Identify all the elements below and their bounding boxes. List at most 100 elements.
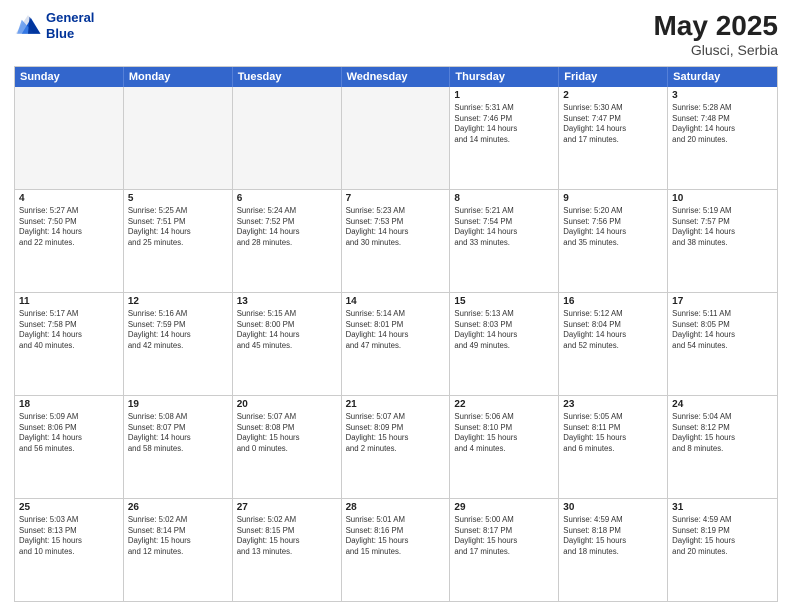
cell-detail-w4-d7: Sunrise: 5:04 AMSunset: 8:12 PMDaylight:…: [672, 412, 773, 454]
cal-cell-w4-d3: 20 Sunrise: 5:07 AMSunset: 8:08 PMDayligh…: [233, 396, 342, 498]
cal-cell-w1-d6: 2 Sunrise: 5:30 AMSunset: 7:47 PMDaylight…: [559, 87, 668, 189]
day-number-w4-d4: 21: [346, 399, 446, 410]
cell-detail-w3-d2: Sunrise: 5:16 AMSunset: 7:59 PMDaylight:…: [128, 309, 228, 351]
day-number-w2-d2: 5: [128, 193, 228, 204]
day-number-w2-d4: 7: [346, 193, 446, 204]
month-year: May 2025: [653, 10, 778, 42]
cal-cell-w2-d5: 8 Sunrise: 5:21 AMSunset: 7:54 PMDaylight…: [450, 190, 559, 292]
cell-detail-w1-d5: Sunrise: 5:31 AMSunset: 7:46 PMDaylight:…: [454, 103, 554, 145]
cal-cell-w2-d6: 9 Sunrise: 5:20 AMSunset: 7:56 PMDaylight…: [559, 190, 668, 292]
cal-cell-w2-d2: 5 Sunrise: 5:25 AMSunset: 7:51 PMDaylight…: [124, 190, 233, 292]
week-row-1: 1 Sunrise: 5:31 AMSunset: 7:46 PMDaylight…: [15, 87, 777, 189]
cal-cell-w3-d5: 15Sunrise: 5:13 AMSunset: 8:03 PMDayligh…: [450, 293, 559, 395]
day-number-w4-d1: 18: [19, 399, 119, 410]
cell-detail-w3-d1: Sunrise: 5:17 AMSunset: 7:58 PMDaylight:…: [19, 309, 119, 351]
cell-detail-w3-d4: Sunrise: 5:14 AMSunset: 8:01 PMDaylight:…: [346, 309, 446, 351]
cal-cell-w2-d1: 4Sunrise: 5:27 AMSunset: 7:50 PMDaylight…: [15, 190, 124, 292]
cell-detail-w1-d6: Sunrise: 5:30 AMSunset: 7:47 PMDaylight:…: [563, 103, 663, 145]
cal-cell-w4-d5: 22Sunrise: 5:06 AMSunset: 8:10 PMDayligh…: [450, 396, 559, 498]
day-number-w1-d7: 3: [672, 90, 773, 101]
cal-cell-w4-d1: 18 Sunrise: 5:09 AMSunset: 8:06 PMDayligh…: [15, 396, 124, 498]
cal-cell-w2-d7: 10 Sunrise: 5:19 AMSunset: 7:57 PMDayligh…: [668, 190, 777, 292]
day-number-w4-d3: 20: [237, 399, 337, 410]
day-number-w2-d6: 9: [563, 193, 663, 204]
day-number-w3-d4: 14: [346, 296, 446, 307]
day-number-w3-d7: 17: [672, 296, 773, 307]
cal-cell-w2-d4: 7 Sunrise: 5:23 AMSunset: 7:53 PMDaylight…: [342, 190, 451, 292]
cell-detail-w2-d5: Sunrise: 5:21 AMSunset: 7:54 PMDaylight:…: [454, 206, 554, 248]
week-row-3: 11Sunrise: 5:17 AMSunset: 7:58 PMDayligh…: [15, 292, 777, 395]
day-number-w4-d6: 23: [563, 399, 663, 410]
day-number-w3-d3: 13: [237, 296, 337, 307]
day-number-w5-d4: 28: [346, 502, 446, 513]
day-number-w2-d3: 6: [237, 193, 337, 204]
day-number-w5-d1: 25: [19, 502, 119, 513]
header-wednesday: Wednesday: [342, 67, 451, 87]
day-number-w3-d5: 15: [454, 296, 554, 307]
day-number-w3-d2: 12: [128, 296, 228, 307]
logo-line1: General: [46, 10, 94, 26]
cell-detail-w2-d6: Sunrise: 5:20 AMSunset: 7:56 PMDaylight:…: [563, 206, 663, 248]
cal-cell-w5-d7: 31Sunrise: 4:59 AMSunset: 8:19 PMDayligh…: [668, 499, 777, 601]
cell-detail-w3-d3: Sunrise: 5:15 AMSunset: 8:00 PMDaylight:…: [237, 309, 337, 351]
day-number-w4-d5: 22: [454, 399, 554, 410]
cell-detail-w4-d2: Sunrise: 5:08 AMSunset: 8:07 PMDaylight:…: [128, 412, 228, 454]
header-friday: Friday: [559, 67, 668, 87]
cell-detail-w5-d6: Sunrise: 4:59 AMSunset: 8:18 PMDaylight:…: [563, 515, 663, 557]
cal-cell-w5-d3: 27Sunrise: 5:02 AMSunset: 8:15 PMDayligh…: [233, 499, 342, 601]
cal-cell-w4-d7: 24 Sunrise: 5:04 AMSunset: 8:12 PMDayligh…: [668, 396, 777, 498]
day-number-w3-d6: 16: [563, 296, 663, 307]
cal-cell-w3-d1: 11Sunrise: 5:17 AMSunset: 7:58 PMDayligh…: [15, 293, 124, 395]
cal-cell-w5-d5: 29Sunrise: 5:00 AMSunset: 8:17 PMDayligh…: [450, 499, 559, 601]
location: Glusci, Serbia: [653, 42, 778, 58]
header: General Blue May 2025 Glusci, Serbia: [14, 10, 778, 58]
cal-cell-w1-d1: [15, 87, 124, 189]
cell-detail-w5-d4: Sunrise: 5:01 AMSunset: 8:16 PMDaylight:…: [346, 515, 446, 557]
cal-cell-w1-d7: 3Sunrise: 5:28 AMSunset: 7:48 PMDaylight…: [668, 87, 777, 189]
logo-text: General Blue: [46, 10, 94, 41]
cal-cell-w3-d3: 13 Sunrise: 5:15 AMSunset: 8:00 PMDayligh…: [233, 293, 342, 395]
week-row-2: 4Sunrise: 5:27 AMSunset: 7:50 PMDaylight…: [15, 189, 777, 292]
day-number-w4-d7: 24: [672, 399, 773, 410]
header-monday: Monday: [124, 67, 233, 87]
cal-cell-w3-d2: 12 Sunrise: 5:16 AMSunset: 7:59 PMDayligh…: [124, 293, 233, 395]
cell-detail-w5-d2: Sunrise: 5:02 AMSunset: 8:14 PMDaylight:…: [128, 515, 228, 557]
logo: General Blue: [14, 10, 94, 41]
week-row-5: 25 Sunrise: 5:03 AMSunset: 8:13 PMDayligh…: [15, 498, 777, 601]
cal-cell-w4-d6: 23Sunrise: 5:05 AMSunset: 8:11 PMDayligh…: [559, 396, 668, 498]
cell-detail-w3-d6: Sunrise: 5:12 AMSunset: 8:04 PMDaylight:…: [563, 309, 663, 351]
day-number-w5-d3: 27: [237, 502, 337, 513]
cell-detail-w4-d4: Sunrise: 5:07 AMSunset: 8:09 PMDaylight:…: [346, 412, 446, 454]
day-number-w2-d5: 8: [454, 193, 554, 204]
cal-cell-w5-d1: 25 Sunrise: 5:03 AMSunset: 8:13 PMDayligh…: [15, 499, 124, 601]
cal-cell-w1-d3: [233, 87, 342, 189]
cell-detail-w2-d7: Sunrise: 5:19 AMSunset: 7:57 PMDaylight:…: [672, 206, 773, 248]
day-number-w2-d7: 10: [672, 193, 773, 204]
cal-cell-w5-d4: 28 Sunrise: 5:01 AMSunset: 8:16 PMDayligh…: [342, 499, 451, 601]
cal-cell-w3-d4: 14 Sunrise: 5:14 AMSunset: 8:01 PMDayligh…: [342, 293, 451, 395]
cal-cell-w2-d3: 6 Sunrise: 5:24 AMSunset: 7:52 PMDaylight…: [233, 190, 342, 292]
day-number-w1-d6: 2: [563, 90, 663, 101]
cell-detail-w2-d2: Sunrise: 5:25 AMSunset: 7:51 PMDaylight:…: [128, 206, 228, 248]
cell-detail-w5-d7: Sunrise: 4:59 AMSunset: 8:19 PMDaylight:…: [672, 515, 773, 557]
cal-cell-w1-d2: [124, 87, 233, 189]
cell-detail-w2-d4: Sunrise: 5:23 AMSunset: 7:53 PMDaylight:…: [346, 206, 446, 248]
calendar-body: 1 Sunrise: 5:31 AMSunset: 7:46 PMDaylight…: [15, 87, 777, 601]
cell-detail-w5-d5: Sunrise: 5:00 AMSunset: 8:17 PMDaylight:…: [454, 515, 554, 557]
cell-detail-w2-d3: Sunrise: 5:24 AMSunset: 7:52 PMDaylight:…: [237, 206, 337, 248]
cal-cell-w3-d6: 16 Sunrise: 5:12 AMSunset: 8:04 PMDayligh…: [559, 293, 668, 395]
cell-detail-w5-d1: Sunrise: 5:03 AMSunset: 8:13 PMDaylight:…: [19, 515, 119, 557]
cal-cell-w4-d2: 19 Sunrise: 5:08 AMSunset: 8:07 PMDayligh…: [124, 396, 233, 498]
day-number-w1-d5: 1: [454, 90, 554, 101]
cal-cell-w1-d4: [342, 87, 451, 189]
cell-detail-w2-d1: Sunrise: 5:27 AMSunset: 7:50 PMDaylight:…: [19, 206, 119, 248]
week-row-4: 18 Sunrise: 5:09 AMSunset: 8:06 PMDayligh…: [15, 395, 777, 498]
cal-cell-w1-d5: 1 Sunrise: 5:31 AMSunset: 7:46 PMDaylight…: [450, 87, 559, 189]
title-block: May 2025 Glusci, Serbia: [653, 10, 778, 58]
cell-detail-w4-d3: Sunrise: 5:07 AMSunset: 8:08 PMDaylight:…: [237, 412, 337, 454]
cell-detail-w3-d7: Sunrise: 5:11 AMSunset: 8:05 PMDaylight:…: [672, 309, 773, 351]
cell-detail-w4-d1: Sunrise: 5:09 AMSunset: 8:06 PMDaylight:…: [19, 412, 119, 454]
day-number-w4-d2: 19: [128, 399, 228, 410]
logo-line2: Blue: [46, 26, 94, 42]
cal-cell-w4-d4: 21 Sunrise: 5:07 AMSunset: 8:09 PMDayligh…: [342, 396, 451, 498]
